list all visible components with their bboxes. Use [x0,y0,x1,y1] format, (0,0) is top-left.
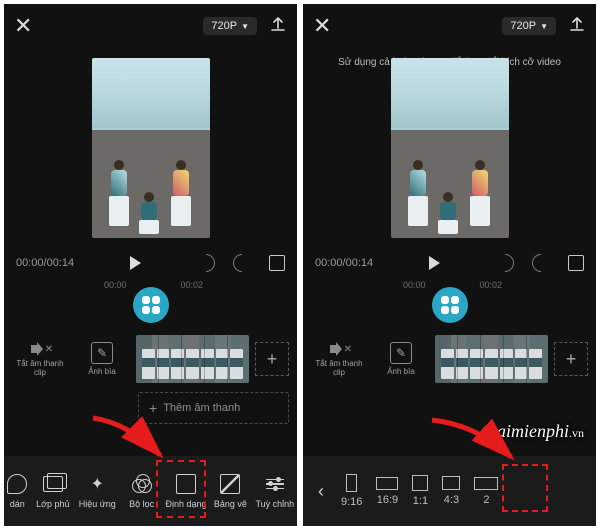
sticker-icon [6,473,28,495]
top-bar: ✕ 720P ▼ [4,4,297,48]
canvas-icon [219,473,241,495]
close-button[interactable]: ✕ [313,13,331,39]
ratio-2-1[interactable]: 2 [474,477,498,506]
cover-image[interactable]: ✎ Ảnh bìa [74,332,130,386]
export-button[interactable] [269,15,287,38]
fullscreen-button[interactable] [269,255,285,271]
top-bar: ✕ 720P ▼ [303,4,596,48]
resolution-label: 720P [510,20,536,32]
toolbar-bangve[interactable]: Bảng vẽ [208,456,252,526]
speaker-muted-icon: ✕ [330,342,348,356]
watermark: aimienphi.vn [481,421,584,442]
time-bar: 00:00/00:14 [4,248,297,278]
toolbar-dinhdang[interactable]: Định dạng [164,456,208,526]
chevron-down-icon: ▼ [540,22,548,31]
add-clip-button[interactable]: + [255,342,289,376]
effects-icon: ✦ [86,473,108,495]
filter-icon [131,473,153,495]
mute-clip[interactable]: ✕ Tắt âm thanh clip [12,332,68,386]
video-track[interactable] [435,335,548,383]
video-track[interactable] [136,335,249,383]
format-icon [175,473,197,495]
preview-area[interactable]: Sử dụng cả hai ngón tay để thay đổi kích… [303,48,596,248]
ruler-tick: 00:00 [104,280,127,290]
timecode: 00:00/00:14 [16,257,74,269]
ratio-4-3[interactable]: 4:3 [442,476,460,506]
ratio-16-9[interactable]: 16:9 [376,477,398,506]
fullscreen-button[interactable] [568,255,584,271]
toolbar-hieuung[interactable]: ✦ Hiệu ứng [75,456,119,526]
ratio-9-16[interactable]: 9:16 [341,474,362,508]
adjust-icon [264,473,286,495]
toolbar-dan[interactable]: dán [4,456,31,526]
bottom-toolbar: dán Lớp phủ ✦ Hiệu ứng Bộ lọc Định dạng [4,456,297,526]
grid-button[interactable] [133,287,169,323]
phone-right: ✕ 720P ▼ Sử dụng cả hai ngón tay để thay… [303,4,596,526]
toolbar-lopphu[interactable]: Lớp phủ [31,456,75,526]
ratio-1-1[interactable]: 1:1 [412,475,428,507]
preview-area[interactable] [4,48,297,248]
timeline-ruler[interactable]: 00:00 00:02 [4,278,297,332]
undo-button[interactable] [492,250,517,275]
toolbar-boloc[interactable]: Bộ lọc [119,456,163,526]
plus-icon: + [149,400,157,416]
phone-left: ✕ 720P ▼ 00:00/00:14 [4,4,297,526]
close-button[interactable]: ✕ [14,13,32,39]
timecode: 00:00/00:14 [315,257,373,269]
resolution-label: 720P [211,20,237,32]
undo-button[interactable] [193,250,218,275]
timeline-ruler[interactable]: 00:00 00:02 [303,278,596,332]
pencil-icon: ✎ [390,342,412,364]
add-audio-label: Thêm âm thanh [163,402,240,414]
ruler-tick: 00:00 [403,280,426,290]
play-button[interactable] [429,256,440,270]
overlay-icon [42,473,64,495]
resolution-pill[interactable]: 720P ▼ [203,17,257,35]
export-button[interactable] [568,15,586,38]
play-button[interactable] [130,256,141,270]
mute-clip[interactable]: ✕ Tắt âm thanh clip [311,332,367,386]
redo-button[interactable] [229,250,254,275]
track-area: ✕ Tắt âm thanh clip ✎ Ảnh bìa + [303,332,596,398]
chevron-down-icon: ▼ [241,22,249,31]
speaker-muted-icon: ✕ [31,342,49,356]
back-button[interactable]: ‹ [309,481,333,502]
pencil-icon: ✎ [91,342,113,364]
toolbar-tuychinh[interactable]: Tuỳ chỉnh [253,456,297,526]
cover-image[interactable]: ✎ Ảnh bìa [373,332,429,386]
redo-button[interactable] [528,250,553,275]
ruler-tick: 00:02 [480,280,503,290]
add-clip-button[interactable]: + [554,342,588,376]
video-preview [92,58,210,238]
video-preview [391,58,509,238]
ruler-tick: 00:02 [181,280,204,290]
resolution-pill[interactable]: 720P ▼ [502,17,556,35]
time-bar: 00:00/00:14 [303,248,596,278]
ratio-bar: ‹ 9:16 16:9 1:1 4:3 2 [303,456,596,526]
add-audio-row[interactable]: + Thêm âm thanh [138,392,289,424]
track-area: ✕ Tắt âm thanh clip ✎ Ảnh bìa + + Thêm â… [4,332,297,430]
grid-button[interactable] [432,287,468,323]
